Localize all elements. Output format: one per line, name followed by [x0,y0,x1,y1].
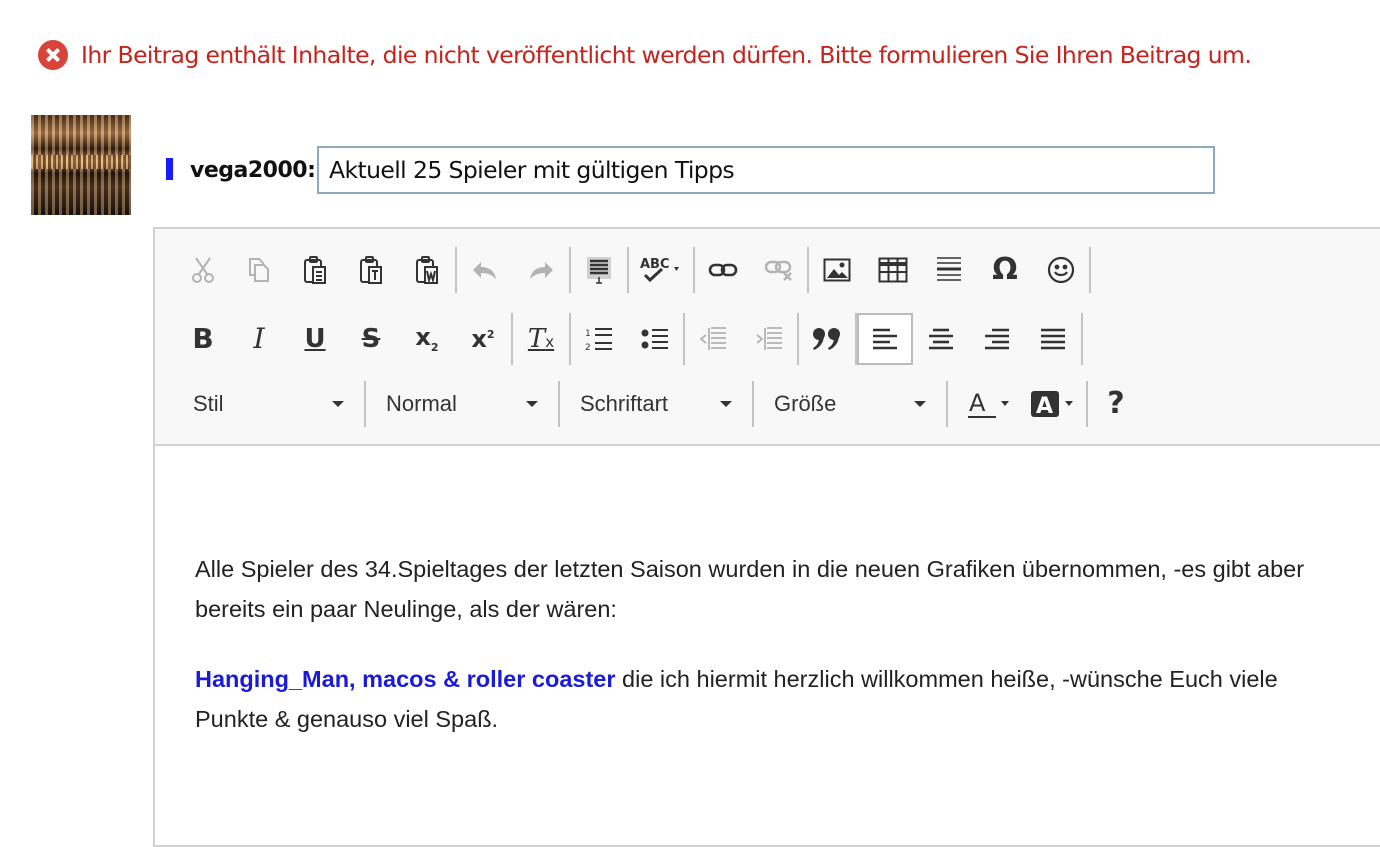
chevron-down-icon [914,401,926,407]
subscript-icon[interactable]: x2 [399,313,455,365]
chevron-down-icon [720,401,732,407]
omega-icon: Ω [992,252,1018,287]
svg-text:ABC: ABC [640,257,670,272]
undo-icon[interactable] [457,247,513,293]
error-text: Ihr Beitrag enthält Inhalte, die nicht v… [81,41,1252,69]
format-dropdown-label: Normal [386,391,457,416]
error-message: Ihr Beitrag enthält Inhalte, die nicht v… [38,40,1252,70]
copy-icon[interactable] [231,247,287,293]
chevron-down-icon [332,401,344,407]
paragraph-1: Alle Spieler des 34.Spieltages der letzt… [195,556,1305,622]
blockquote-icon[interactable] [799,313,855,365]
size-dropdown[interactable]: Größe [754,381,948,427]
style-dropdown-label: Stil [193,391,224,416]
font-dropdown[interactable]: Schriftart [560,381,754,427]
special-char-icon[interactable]: Ω [977,247,1033,293]
paste-icon[interactable] [287,247,343,293]
user-marker [166,158,173,180]
bulleted-list-icon[interactable] [627,313,683,365]
svg-text:1: 1 [585,329,591,339]
indent-icon[interactable] [741,313,797,365]
editor-content[interactable]: Alle Spieler des 34.Spieltages der letzt… [195,549,1335,769]
paragraph-2: Hanging_Man, macos & roller coaster die … [195,659,1335,739]
help-icon[interactable]: ? [1088,381,1144,427]
subject-input[interactable] [317,146,1215,194]
align-right-icon[interactable] [969,313,1025,365]
avatar [31,115,131,215]
image-icon[interactable] [809,247,865,293]
font-dropdown-label: Schriftart [580,391,669,416]
svg-text:A: A [969,389,986,417]
smiley-icon[interactable] [1033,247,1089,293]
svg-text:A: A [1036,394,1053,419]
strikethrough-icon[interactable]: S [343,313,399,365]
horizontal-line-icon[interactable] [921,247,977,293]
align-left-icon[interactable] [857,313,913,365]
text-color-button[interactable]: A [958,381,1022,427]
select-all-icon[interactable] [571,247,627,293]
outdent-icon[interactable] [685,313,741,365]
justify-icon[interactable] [1025,313,1081,365]
rich-text-editor: ABC Ω B I U S x2 x2 Tx 1 2 Stil Normal S… [153,227,1380,847]
cut-icon[interactable] [175,247,231,293]
align-center-icon[interactable] [913,313,969,365]
table-icon[interactable] [865,247,921,293]
link-icon[interactable] [695,247,751,293]
numbered-list-icon[interactable]: 12 [571,313,627,365]
svg-text:2: 2 [585,343,591,352]
spellcheck-icon[interactable]: ABC [629,247,693,293]
error-circle-icon [38,40,68,70]
unlink-icon[interactable] [751,247,807,293]
size-dropdown-label: Größe [774,391,837,416]
style-dropdown[interactable]: Stil [155,381,366,427]
chevron-down-icon [526,401,538,407]
editor-toolbar: ABC Ω B I U S x2 x2 Tx 1 2 Stil Normal S… [155,229,1380,446]
superscript-icon[interactable]: x2 [455,313,511,365]
username: vega2000: [190,158,316,183]
background-color-button[interactable]: A [1022,381,1086,427]
paste-text-icon[interactable] [343,247,399,293]
format-dropdown[interactable]: Normal [366,381,560,427]
redo-icon[interactable] [513,247,569,293]
bold-icon[interactable]: B [175,313,231,365]
paste-word-icon[interactable] [399,247,455,293]
italic-icon[interactable]: I [231,313,287,365]
highlighted-names: Hanging_Man, macos & roller coaster [195,666,616,692]
underline-icon[interactable]: U [287,313,343,365]
remove-format-icon[interactable]: Tx [513,313,569,365]
